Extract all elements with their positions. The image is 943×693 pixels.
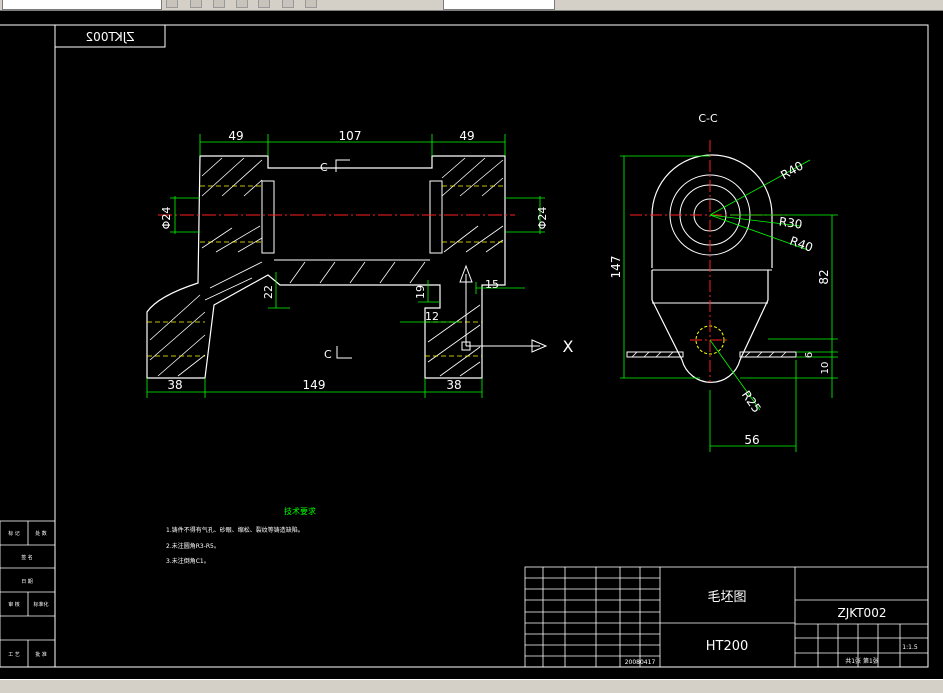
drawing-code: ZJKT002 [838, 606, 887, 620]
section-center-lines [630, 140, 790, 382]
dim-149: 149 [303, 378, 326, 392]
pan-icon[interactable] [236, 0, 248, 8]
section-title: C-C [698, 112, 718, 125]
sheet-info: 共1张 第1张 [845, 657, 879, 665]
dim-6: 6 [804, 352, 815, 358]
radius-leaders [709, 159, 811, 411]
layer-field[interactable] [2, 0, 162, 10]
note-3: 3.未注倒角C1。 [166, 557, 210, 565]
flange-right [739, 351, 797, 358]
dim-r40-bottom: R40 [788, 234, 815, 255]
properties-icon[interactable] [282, 0, 294, 8]
front-view: 49 107 49 Φ24 Φ24 C C 22 19 15 12 X 38 1… [146, 129, 574, 398]
notes-title: 技术要求 [284, 506, 316, 516]
side-row-6: 工 艺 [8, 652, 20, 658]
section-arrow-bottom [336, 346, 352, 359]
bore-wall-left [261, 180, 275, 254]
side-row-0: 标 记 [8, 530, 20, 537]
material: HT200 [706, 639, 749, 654]
section-arrow-top [335, 159, 350, 172]
zoom-icon[interactable] [213, 0, 225, 8]
dim-dia-left: Φ24 [160, 207, 173, 230]
drawing-canvas[interactable]: ZJKT002 49 107 49 Φ24 Φ24 C C 22 19 15 1… [0, 11, 943, 679]
layer-icon[interactable] [258, 0, 270, 8]
hatch-left [149, 157, 263, 377]
dim-82: 82 [817, 269, 831, 284]
side-row-7: 批 准 [35, 651, 47, 658]
dim-49-right: 49 [459, 129, 474, 143]
dim-107: 107 [339, 129, 362, 143]
drawing-date: 20080417 [625, 659, 656, 666]
dim-r30: R30 [778, 214, 803, 231]
side-row-4: 审 核 [8, 601, 20, 608]
dim-19: 19 [414, 285, 427, 299]
drawing-name: 毛坯图 [707, 590, 746, 605]
dim-dia-right: Φ24 [536, 207, 549, 230]
part-outline [146, 155, 506, 379]
help-icon[interactable] [305, 0, 317, 8]
section-mark-top: C [320, 161, 328, 174]
dim-r40-top: R40 [778, 159, 805, 183]
note-1: 1.铸件不得有气孔、砂眼、缩松、裂纹等铸造缺陷。 [166, 526, 304, 534]
dim-10: 10 [820, 362, 831, 375]
dim-15: 15 [485, 278, 499, 291]
dim-r25: R25 [739, 388, 764, 415]
drawing-scale: 1:1.5 [902, 644, 918, 651]
side-row-5: 标准化 [33, 601, 48, 608]
style-dropdown[interactable] [443, 0, 555, 10]
ucs-icon [459, 264, 548, 353]
axis-x-label: X [563, 337, 574, 356]
cad-drawing[interactable]: ZJKT002 49 107 49 Φ24 Φ24 C C 22 19 15 1… [0, 11, 943, 679]
dim-56: 56 [744, 433, 759, 447]
section-mark-bottom: C [324, 348, 332, 361]
side-row-2: 签 名 [21, 554, 33, 561]
note-2: 2.未注圆角R3-R5。 [166, 542, 220, 550]
side-row-1: 处 数 [35, 530, 47, 537]
hidden-lines [147, 185, 505, 357]
dim-12: 12 [425, 310, 439, 323]
bore-wall-right [429, 180, 443, 254]
flange-left [626, 351, 684, 358]
dim-22: 22 [262, 285, 275, 299]
side-table [0, 520, 56, 668]
undo-icon[interactable] [190, 0, 202, 8]
mirrored-code-text: ZJKT002 [86, 30, 135, 44]
hatch-web [289, 261, 426, 284]
dim-49-left: 49 [228, 129, 243, 143]
dim-38-right: 38 [446, 378, 461, 392]
side-row-3: 日 期 [21, 579, 33, 585]
section-dim-lines [620, 155, 838, 452]
cursor-icon[interactable] [166, 0, 178, 8]
section-view: C-C R40 R30 R40 R25 147 82 6 10 56 [609, 112, 838, 452]
technical-notes: 技术要求 1.铸件不得有气孔、砂眼、缩松、裂纹等铸造缺陷。 2.未注圆角R3-R… [166, 506, 316, 565]
status-bar [0, 679, 943, 693]
dim-147: 147 [609, 256, 623, 279]
toolbar [0, 0, 943, 11]
dim-38-left: 38 [167, 378, 182, 392]
flange-hatch [631, 351, 787, 358]
